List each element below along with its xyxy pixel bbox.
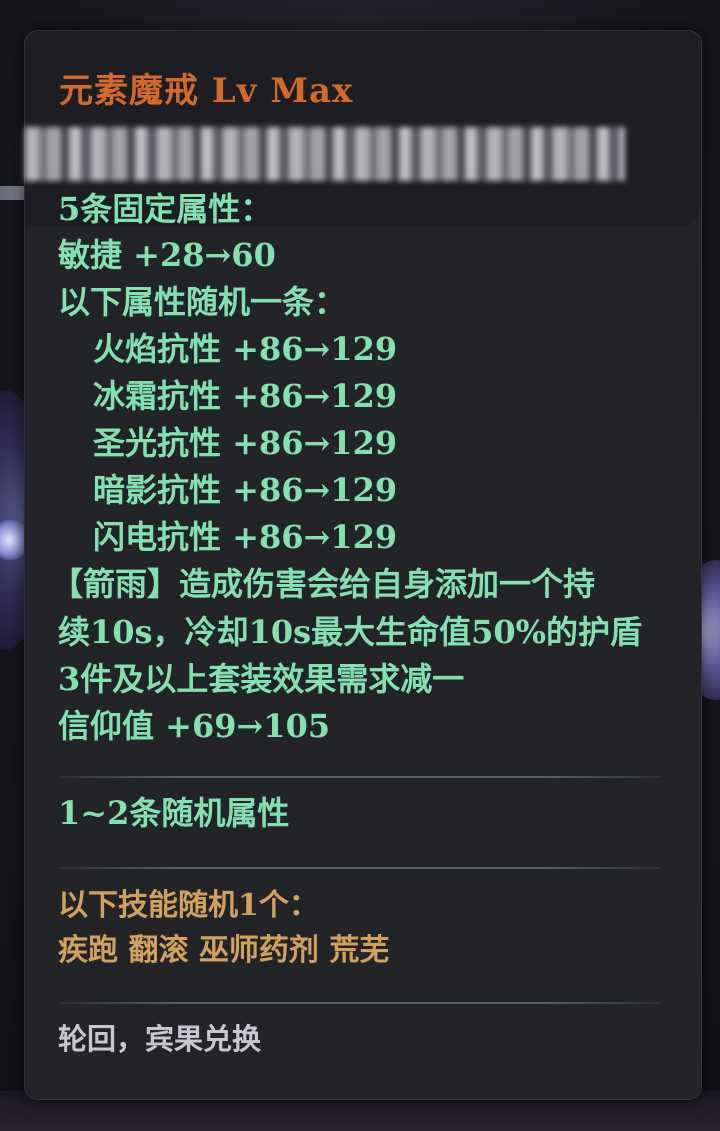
skills-list: 疾跑 翻滚 巫师药剂 荒芜 [58, 933, 390, 968]
shadow-resistance: 暗影抗性 +86→129 [93, 471, 398, 509]
faith-attribute: 信仰值 +69→105 [58, 707, 331, 745]
frost-resistance: 冰霜抗性 +86→129 [93, 377, 398, 415]
holy-resistance: 圣光抗性 +86→129 [93, 424, 398, 462]
item-tooltip-panel: 元素魔戒 Lv Max 5条固定属性： 敏捷 +28→60 以下属性随机一条： … [24, 30, 702, 1100]
skills-heading: 以下技能随机1个： [58, 888, 319, 923]
random-attributes-label: 1~2条随机属性 [58, 794, 290, 832]
divider-3 [61, 1002, 661, 1004]
divider-2 [61, 867, 661, 869]
fixed-attributes-heading: 5条固定属性： [58, 190, 273, 228]
arrow-rain-effect-line2: 续10s，冷却10s最大生命值50%的护盾 [58, 613, 643, 651]
game-screen: 元素魔戒 Lv Max 5条固定属性： 敏捷 +28→60 以下属性随机一条： … [0, 0, 720, 1131]
agility-attribute: 敏捷 +28→60 [58, 236, 276, 274]
source-text: 轮回，宾果兑换 [58, 1022, 262, 1056]
set-bonus-line: 3件及以上套装效果需求减一 [58, 660, 465, 698]
arrow-rain-effect-line1: 【箭雨】造成伤害会给自身添加一个持 [51, 565, 596, 603]
random-attribute-heading: 以下属性随机一条： [58, 283, 347, 321]
fire-resistance: 火焰抗性 +86→129 [93, 330, 398, 368]
lightning-resistance: 闪电抗性 +86→129 [93, 518, 398, 556]
pixelated-redaction [25, 127, 625, 181]
divider-1 [61, 776, 661, 778]
item-title: 元素魔戒 Lv Max [59, 71, 354, 111]
